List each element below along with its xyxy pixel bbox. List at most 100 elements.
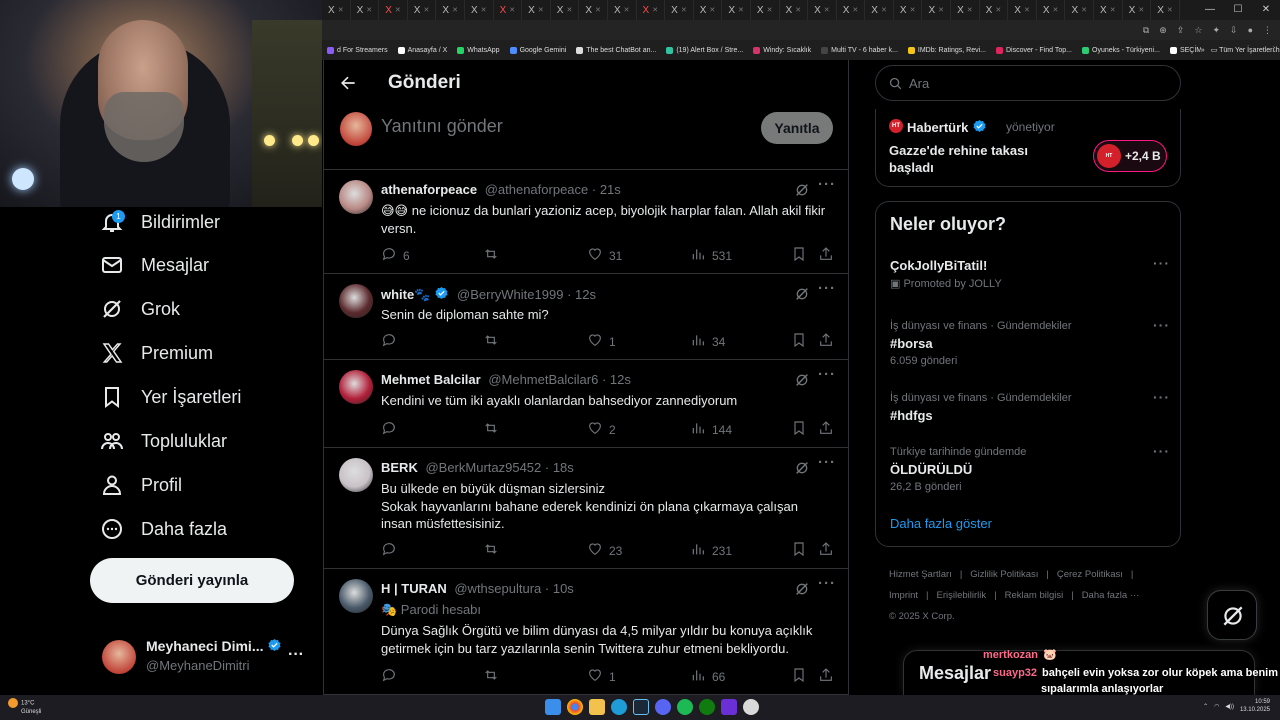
more-options-icon[interactable]: ··· — [1153, 255, 1170, 271]
chevron-up-icon[interactable]: ⌃ — [1203, 703, 1208, 710]
weather-widget[interactable]: 13°C Güneşli — [8, 698, 41, 716]
close-tab-icon[interactable]: ✕ — [1167, 6, 1173, 14]
close-tab-icon[interactable]: ✕ — [910, 6, 916, 14]
bookmark-item[interactable]: IMDb: Ratings, Revi... — [903, 46, 991, 54]
browser-tab[interactable]: X ✕ — [1065, 0, 1095, 20]
download-icon[interactable]: ⇩ — [1230, 25, 1238, 36]
tweet-timestamp[interactable]: 12s — [575, 287, 596, 302]
browser-tab[interactable]: X ✕ — [608, 0, 637, 20]
close-tab-icon[interactable]: ✕ — [1024, 6, 1030, 14]
retweet-button[interactable] — [483, 667, 499, 686]
close-tab-icon[interactable]: ✕ — [795, 6, 801, 14]
tweet[interactable]: athenaforpeace @athenaforpeace · 21s ··· 😅… — [324, 170, 848, 274]
like-button[interactable]: 23 — [587, 541, 622, 560]
reply-button[interactable] — [381, 667, 397, 686]
footer-link[interactable]: Çerez Politikası — [1057, 569, 1123, 580]
retweet-button[interactable] — [483, 420, 499, 439]
profile-icon[interactable]: ● — [1248, 25, 1253, 35]
views-button[interactable]: 66 — [690, 667, 725, 686]
tweet[interactable]: BERK @BerkMurtaz95452 · 18s ··· Bu ülkede … — [324, 448, 848, 569]
close-tab-icon[interactable]: ✕ — [852, 6, 858, 14]
footer-link[interactable]: Hizmet Şartları — [889, 569, 952, 580]
close-tab-icon[interactable]: ✕ — [881, 6, 887, 14]
discord-icon[interactable] — [655, 699, 671, 715]
browser-tab[interactable]: X ✕ — [980, 0, 1009, 20]
browser-tab[interactable]: X ✕ — [551, 0, 580, 20]
reply-button[interactable]: Yanıtla — [761, 112, 833, 144]
browser-tab[interactable]: X ✕ — [436, 0, 465, 20]
bookmark-item[interactable]: WhatsApp — [452, 46, 504, 54]
reply-button[interactable] — [381, 420, 397, 439]
views-button[interactable]: 144 — [690, 420, 732, 439]
close-tab-icon[interactable]: ✕ — [995, 6, 1001, 14]
browser-tab[interactable]: X ✕ — [1151, 0, 1180, 20]
like-button[interactable]: 31 — [587, 246, 622, 265]
browser-tab[interactable]: X ✕ — [922, 0, 952, 20]
trend-item[interactable]: ÇokJollyBiTatil! ▣ Promoted by JOLLY ··· — [890, 255, 1170, 290]
bookmarks-overflow-icon[interactable]: » — [1201, 47, 1205, 54]
tweet-author-handle[interactable]: @wthsepultura — [451, 581, 541, 596]
clock[interactable]: 10:59 13.10.2025 — [1240, 698, 1270, 714]
views-button[interactable]: 231 — [690, 541, 732, 560]
more-options-icon[interactable]: ··· — [818, 454, 836, 471]
browser-tab[interactable]: X ✕ — [780, 0, 809, 20]
close-tab-icon[interactable]: ✕ — [1138, 6, 1144, 14]
footer-link[interactable]: © 2025 X Corp. — [889, 611, 955, 622]
close-tab-icon[interactable]: ✕ — [452, 6, 458, 14]
browser-tab[interactable]: X ✕ — [1094, 0, 1123, 20]
close-tab-icon[interactable]: ✕ — [338, 6, 344, 14]
account-more-icon[interactable]: ··· — [288, 646, 304, 664]
bookmark-item[interactable]: d For Streamers — [322, 46, 393, 54]
close-tab-icon[interactable]: ✕ — [767, 6, 773, 14]
more-options-icon[interactable]: ··· — [818, 575, 836, 592]
close-tab-icon[interactable]: ✕ — [824, 6, 830, 14]
nav-item-mesajlar[interactable]: Mesajlar — [100, 250, 209, 280]
browser-tab[interactable]: X ✕ — [808, 0, 837, 20]
bookmark-item[interactable]: Windy: Sıcaklık — [748, 46, 816, 54]
retweet-button[interactable] — [483, 246, 499, 265]
bookmark-button[interactable] — [791, 541, 807, 560]
trend-item[interactable]: Türkiye tarihinde gündemde ÖLDÜRÜLDÜ 26,2 … — [890, 443, 1170, 493]
close-tab-icon[interactable]: ✕ — [709, 6, 715, 14]
app-icon[interactable] — [721, 699, 737, 715]
grok-icon[interactable] — [794, 581, 810, 597]
close-tab-icon[interactable]: ✕ — [481, 6, 487, 14]
tweet-author-handle[interactable]: @BerkMurtaz95452 — [422, 460, 541, 475]
avatar[interactable] — [339, 458, 373, 492]
close-tab-icon[interactable]: ✕ — [566, 6, 572, 14]
bookmark-button[interactable] — [791, 667, 807, 686]
trend-item[interactable]: İş dünyası ve finans · Gündemdekiler #hdf… — [890, 389, 1170, 423]
browser-tab[interactable]: X ✕ — [579, 0, 608, 20]
close-tab-icon[interactable]: ✕ — [938, 6, 944, 14]
avatar[interactable] — [339, 370, 373, 404]
browser-tab[interactable]: X ✕ — [751, 0, 780, 20]
bookmark-button[interactable] — [791, 246, 807, 265]
close-tab-icon[interactable]: ✕ — [652, 6, 658, 14]
reply-input[interactable]: Yanıtını gönder — [381, 116, 503, 137]
retweet-button[interactable] — [483, 541, 499, 560]
browser-tab[interactable]: X ✕ — [694, 0, 723, 20]
avatar[interactable] — [339, 579, 373, 613]
browser-tab[interactable]: X ✕ — [951, 0, 980, 20]
nav-item-premium[interactable]: Premium — [100, 338, 213, 368]
more-options-icon[interactable]: ··· — [1153, 443, 1170, 459]
windows-start-icon[interactable] — [545, 699, 561, 715]
tweet-timestamp[interactable]: 21s — [600, 182, 621, 197]
more-options-icon[interactable]: ··· — [1153, 389, 1170, 405]
share-button[interactable] — [818, 420, 834, 439]
bookmark-item[interactable]: Oyuneks - Türkiyeni... — [1077, 46, 1165, 54]
browser-tab[interactable]: X ✕ — [722, 0, 751, 20]
tweet-author-handle[interactable]: @MehmetBalcilar6 — [485, 372, 598, 387]
nav-item-yer-i-şaretleri[interactable]: Yer İşaretleri — [100, 382, 241, 412]
more-options-icon[interactable]: ··· — [818, 176, 836, 193]
live-listeners-pill[interactable]: HT +2,4 B — [1093, 140, 1167, 172]
close-tab-icon[interactable]: ✕ — [1110, 6, 1116, 14]
footer-link[interactable]: Gizlilik Politikası — [970, 569, 1038, 580]
browser-tab[interactable]: X ✕ — [865, 0, 894, 20]
bookmark-item[interactable]: The best ChatBot an... — [571, 46, 661, 54]
share-button[interactable] — [818, 246, 834, 265]
tweet-author-handle[interactable]: @athenaforpeace — [481, 182, 589, 197]
trend-item[interactable]: İş dünyası ve finans · Gündemdekiler #bor… — [890, 317, 1170, 367]
minimize-icon[interactable]: — — [1196, 0, 1224, 20]
close-tab-icon[interactable]: ✕ — [967, 6, 973, 14]
